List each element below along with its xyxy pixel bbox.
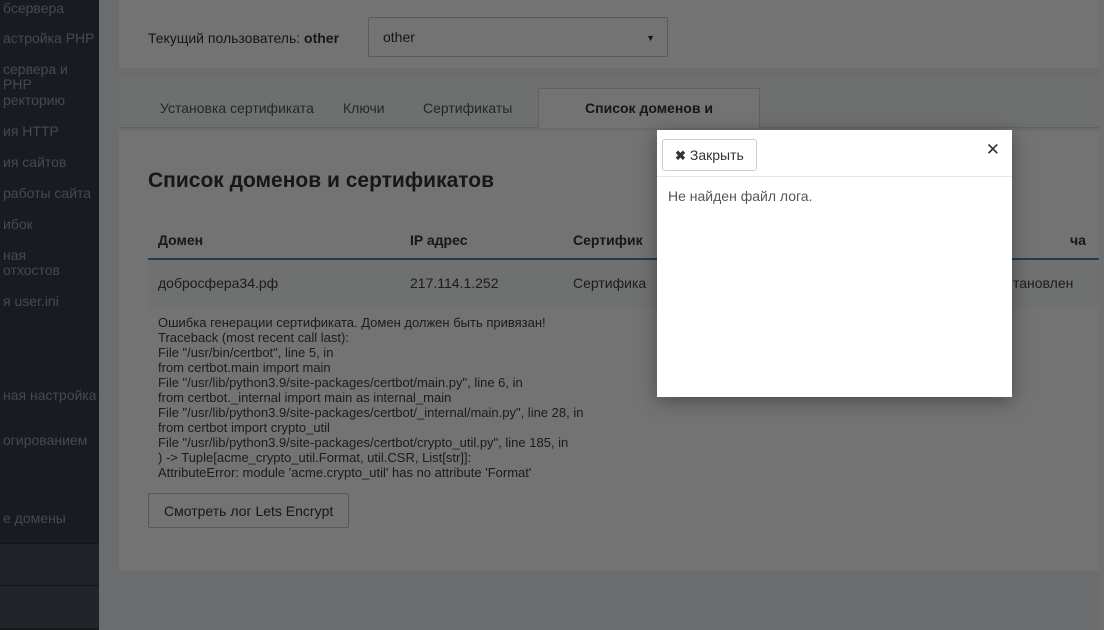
log-modal-header: ✖Закрыть ✕ — [657, 130, 1012, 177]
modal-close-button[interactable]: ✖Закрыть — [662, 139, 757, 171]
modal-message: Не найден файл лога. — [668, 188, 812, 204]
close-icon[interactable]: ✕ — [986, 141, 1000, 158]
close-x-icon: ✖ — [675, 148, 686, 163]
log-modal: ✖Закрыть ✕ Не найден файл лога. — [657, 130, 1012, 397]
app-root: бсервера астройка PHP сервера и PHP рект… — [0, 0, 1104, 630]
